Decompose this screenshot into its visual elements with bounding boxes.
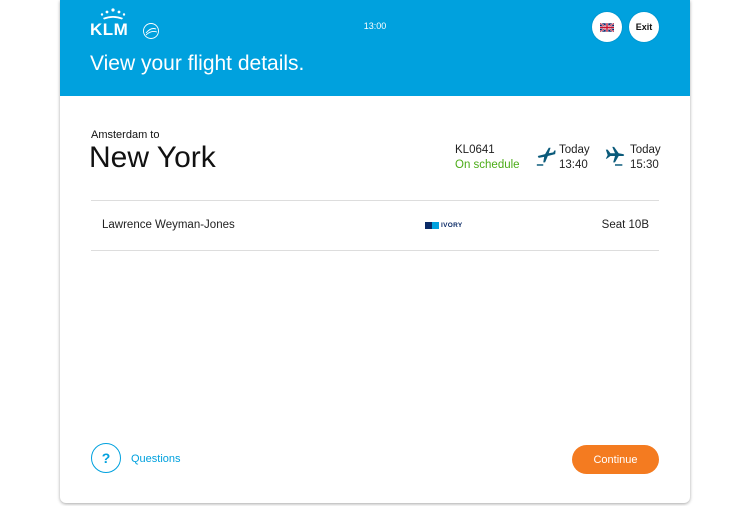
arrival-time: 15:30 — [630, 159, 659, 171]
exit-button[interactable]: Exit — [629, 12, 659, 42]
membership-tier-badge: IVORY — [425, 221, 463, 229]
flight-status: On schedule — [455, 159, 520, 171]
departure-plane-icon — [536, 147, 556, 166]
continue-button[interactable]: Continue — [572, 445, 659, 474]
help-button[interactable]: ? — [91, 443, 121, 473]
seat-number: Seat 10B — [601, 219, 649, 231]
tier-label: IVORY — [441, 221, 463, 229]
question-icon: ? — [101, 450, 111, 466]
language-button[interactable] — [592, 12, 622, 42]
departure-day: Today — [559, 144, 590, 156]
header-bar: KLM 13:00 Exit View your flight details. — [60, 0, 690, 96]
questions-link[interactable]: Questions — [131, 453, 181, 465]
divider — [91, 250, 659, 251]
destination-city: New York — [89, 141, 216, 174]
flight-number: KL0641 — [455, 144, 495, 156]
kiosk-window: KLM 13:00 Exit View your flight details.… — [60, 0, 690, 503]
divider — [91, 200, 659, 201]
crown-icon — [100, 8, 126, 20]
origin-label: Amsterdam to — [91, 129, 160, 141]
uk-flag-icon — [600, 22, 614, 32]
page-title: View your flight details. — [90, 52, 305, 75]
departure-time: 13:40 — [559, 159, 588, 171]
passenger-name: Lawrence Weyman-Jones — [102, 219, 235, 231]
arrival-plane-icon — [605, 146, 625, 166]
flying-blue-icon — [425, 221, 439, 229]
arrival-day: Today — [630, 144, 661, 156]
